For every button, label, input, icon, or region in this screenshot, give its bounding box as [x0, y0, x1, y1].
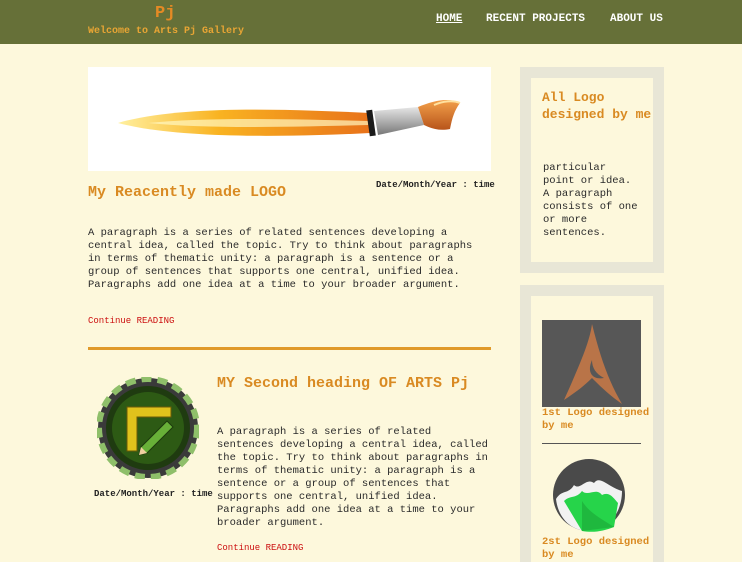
logo2-caption: 2st Logo designed by me	[542, 536, 650, 561]
nav-link-recent-projects[interactable]: RECENT PROJECTS	[486, 13, 585, 25]
site-logo-title[interactable]: Pj	[155, 4, 175, 23]
sidebar-heading: All Logo designed by me	[542, 90, 652, 122]
ruler-pencil-badge-icon	[97, 377, 199, 479]
letter-a-logo-icon	[542, 320, 641, 407]
post1-continue-reading-link[interactable]: Continue READING	[88, 316, 174, 326]
logo1-caption: 1st Logo designed by me	[542, 407, 650, 432]
mountain-circle-logo-icon	[553, 459, 625, 532]
nav-link-home[interactable]: HOME	[436, 13, 462, 25]
post1-hero-image	[88, 67, 491, 171]
logo2-thumbnail[interactable]	[552, 455, 626, 535]
post1-body: A paragraph is a series of related sente…	[88, 227, 473, 291]
paintbrush-icon	[118, 100, 461, 137]
post1-title: My Reacently made LOGO	[88, 184, 287, 201]
post2-date: Date/Month/Year : time	[94, 489, 213, 499]
logo-separator	[542, 443, 641, 444]
post1-date: Date/Month/Year : time	[376, 180, 495, 190]
post2-body: A paragraph is a series of related sente…	[217, 426, 488, 529]
sidebar-text: particular point or idea. A paragraph co…	[543, 162, 638, 239]
logo1-thumbnail[interactable]	[542, 320, 641, 407]
site-tagline: Welcome to Arts Pj Gallery	[88, 26, 245, 37]
post-divider	[88, 347, 491, 350]
post2-continue-reading-link[interactable]: Continue READING	[217, 543, 303, 553]
nav-link-about-us[interactable]: ABOUT US	[610, 13, 663, 25]
post2-title: MY Second heading OF ARTS Pj	[217, 375, 470, 392]
